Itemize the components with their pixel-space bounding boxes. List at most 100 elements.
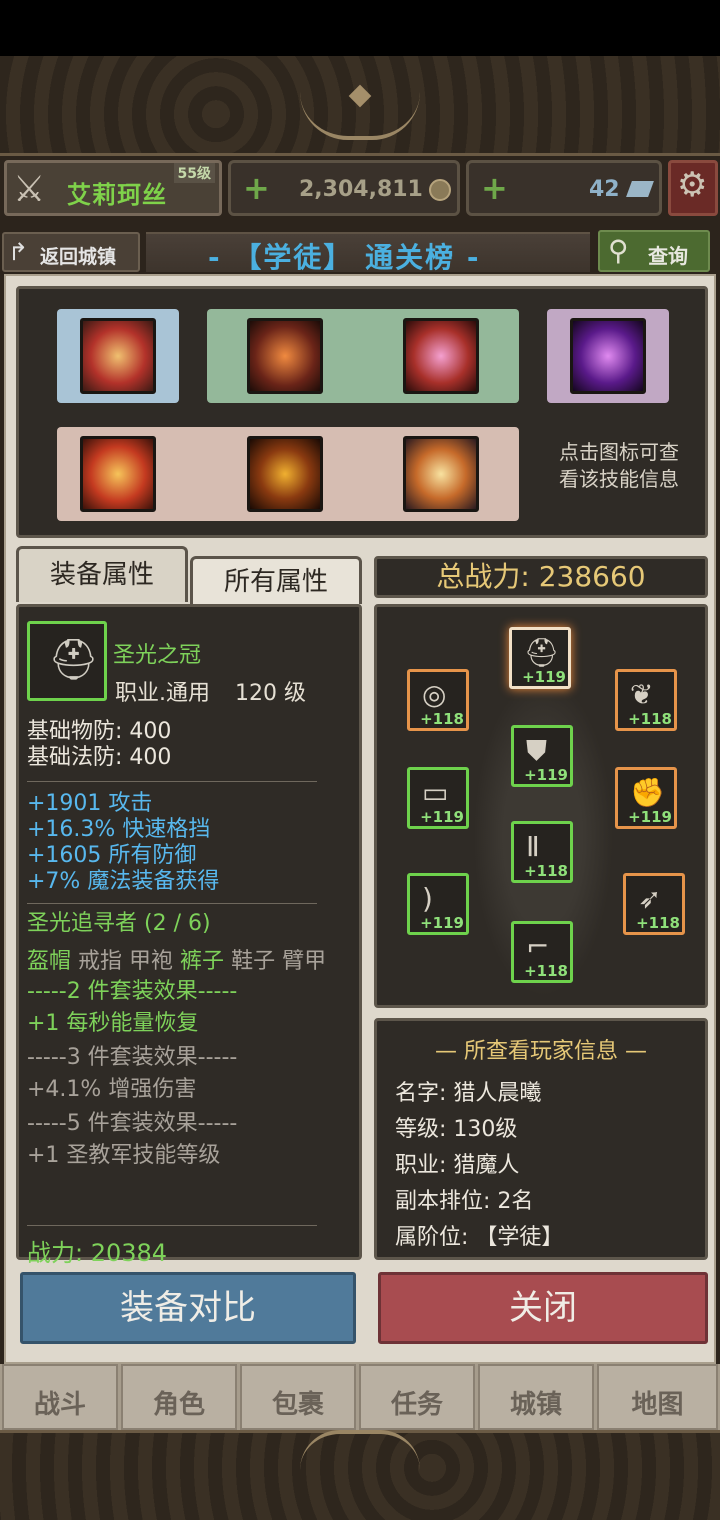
equip-level: +119 (522, 668, 566, 686)
gem-icon (626, 181, 654, 197)
equip-level: +119 (524, 766, 568, 784)
equip-slot-helmet[interactable]: ⛑ +119 (509, 627, 571, 689)
set-5-effect: +1 圣教军技能等级 (27, 1143, 221, 1168)
equip-slot-quiver[interactable]: ➶ +118 (623, 873, 685, 935)
equip-slot-weapon[interactable]: ) +119 (407, 873, 469, 935)
equip-slot-necklace[interactable]: ❦ +118 (615, 669, 677, 731)
pink-slash-skill-icon[interactable] (403, 318, 479, 394)
bonus-defense: +1605 所有防御 (27, 843, 197, 868)
equip-slot-belt[interactable]: ▭ +119 (407, 767, 469, 829)
item-stats-panel: ⛑ 圣光之冠 职业.通用 120 级 基础物防: 400 基础法防: 400 +… (16, 604, 362, 1267)
nav-quests[interactable]: 任务 (359, 1364, 475, 1430)
set-3-header: -----3 件套装效果----- (27, 1045, 238, 1070)
settings-button[interactable]: ⚙ (668, 160, 718, 216)
equip-level: +118 (524, 862, 568, 880)
bow-icon: ) (422, 882, 433, 915)
equip-slot-armor[interactable]: ⛊ +119 (511, 725, 573, 787)
bonus-attack: +1901 攻击 (27, 791, 153, 816)
necklace-icon: ❦ (630, 678, 654, 711)
item-power: 战力: 20384 (27, 1239, 168, 1267)
equip-slot-ring[interactable]: ◎ +118 (407, 669, 469, 731)
skills-section: 点击图标可查看该技能信息 (16, 286, 708, 538)
set-piece-shoes: 鞋子 (231, 949, 276, 974)
gold-counter[interactable]: + 2,304,811 (228, 160, 460, 216)
nav-inventory[interactable]: 包裹 (240, 1364, 356, 1430)
equipment-panel: ⛑ +119 ◎ +118 ❦ +118 ⛊ +119 ▭ +119 ✊ +11… (374, 604, 708, 1008)
quiver-icon: ➶ (638, 882, 662, 915)
equip-level: +119 (420, 808, 464, 826)
search-button[interactable]: ⚲ 查询 (598, 230, 710, 272)
tab-all-attributes[interactable]: 所有属性 (190, 556, 362, 604)
nav-battle[interactable]: 战斗 (2, 1364, 118, 1430)
item-job-level: 职业.通用 120 级 (115, 675, 306, 707)
tab-equip-attributes[interactable]: 装备属性 (16, 546, 188, 602)
viewed-player-info: — 所查看玩家信息 — 名字: 猎人晨曦 等级: 130级 职业: 猎魔人 副本… (374, 1018, 708, 1260)
gem-counter[interactable]: + 42 (466, 160, 662, 216)
search-label: 查询 (648, 244, 688, 268)
arrow-rain-skill-icon[interactable] (80, 318, 156, 394)
item-level: 120 级 (235, 681, 306, 706)
nav-character[interactable]: 角色 (121, 1364, 237, 1430)
player-badge[interactable]: ⚔ 艾莉珂丝 55级 (4, 160, 222, 216)
coin-icon (429, 179, 451, 201)
ring-icon: ◎ (422, 678, 447, 711)
gem-value: 42 (589, 177, 620, 202)
crossed-swords-icon: ⚔ (13, 169, 46, 210)
set-piece-pants: 裤子 (180, 949, 225, 974)
bonus-block: +16.3% 快速格挡 (27, 817, 211, 842)
add-gold-icon[interactable]: + (243, 169, 270, 207)
helmet-icon: ⛑ (524, 636, 560, 669)
compare-equipment-button[interactable]: 装备对比 (20, 1272, 356, 1344)
player-name: 艾莉珂丝 (67, 181, 167, 209)
archer-skill-icon[interactable] (247, 318, 323, 394)
skill-hint-text: 点击图标可查看该技能信息 (559, 440, 679, 491)
set-piece-ring: 戒指 (78, 949, 123, 974)
add-gem-icon[interactable]: + (481, 169, 508, 207)
equip-slot-gloves[interactable]: ✊ +119 (615, 767, 677, 829)
equip-slot-boots[interactable]: ⌐ +118 (511, 921, 573, 983)
search-icon: ⚲ (608, 234, 629, 267)
back-to-town-button[interactable]: ↱ 返回城镇 (2, 232, 140, 272)
viewed-player-name: 名字: 猎人晨曦 (395, 1081, 542, 1106)
pants-icon: Ⅱ (526, 830, 540, 863)
equip-slot-pants[interactable]: Ⅱ +118 (511, 821, 573, 883)
base-magic-defense: 基础法防: 400 (27, 745, 172, 770)
crosshair-skill-icon[interactable] (247, 436, 323, 512)
spear-thrust-skill-icon[interactable] (403, 436, 479, 512)
leaderboard-title-bar: - 【学徒】 通关榜 - (146, 232, 590, 274)
set-piece-bracers: 臂甲 (282, 949, 327, 974)
equip-level: +118 (420, 710, 464, 728)
page-title: - 【学徒】 通关榜 - (208, 241, 481, 274)
gold-value: 2,304,811 (299, 177, 423, 202)
fire-claw-skill-icon[interactable] (80, 436, 156, 512)
viewed-player-level: 等级: 130级 (395, 1117, 518, 1142)
base-physical-defense: 基础物防: 400 (27, 719, 172, 744)
set-piece-robe: 甲袍 (129, 949, 174, 974)
set-piece-helmet: 盔帽 (27, 949, 72, 974)
chest-armor-icon: ⛊ (526, 734, 548, 767)
equip-level: +119 (628, 808, 672, 826)
nav-bar: ↱ 返回城镇 - 【学徒】 通关榜 - ⚲ 查询 (0, 228, 720, 274)
back-label: 返回城镇 (40, 246, 117, 268)
status-bar (0, 0, 720, 56)
purple-target-skill-icon[interactable] (570, 318, 646, 394)
item-name: 圣光之冠 (113, 643, 202, 668)
viewed-player-job: 职业: 猎魔人 (395, 1153, 520, 1178)
bonus-magic-find: +7% 魔法装备获得 (27, 869, 220, 894)
info-title: — 所查看玩家信息 — (435, 1039, 647, 1064)
player-level: 55级 (173, 163, 215, 183)
equip-level: +118 (636, 914, 680, 932)
gear-icon: ⚙ (677, 165, 708, 205)
set-pieces-list: 盔帽 戒指 甲袍 裤子 鞋子 臂甲 (27, 943, 326, 975)
selected-item-icon[interactable]: ⛑ (27, 621, 107, 701)
set-5-header: -----5 件套装效果----- (27, 1111, 238, 1136)
gauntlet-icon: ✊ (630, 776, 665, 809)
total-power: 总战力: 238660 (374, 556, 708, 598)
divider (27, 781, 317, 782)
nav-map[interactable]: 地图 (597, 1364, 718, 1430)
nav-town[interactable]: 城镇 (478, 1364, 594, 1430)
close-button[interactable]: 关闭 (378, 1272, 708, 1344)
viewed-player-tier: 属阶位: 【学徒】 (395, 1225, 564, 1250)
set-2-header: -----2 件套装效果----- (27, 979, 238, 1004)
set-2-effect: +1 每秒能量恢复 (27, 1011, 199, 1036)
